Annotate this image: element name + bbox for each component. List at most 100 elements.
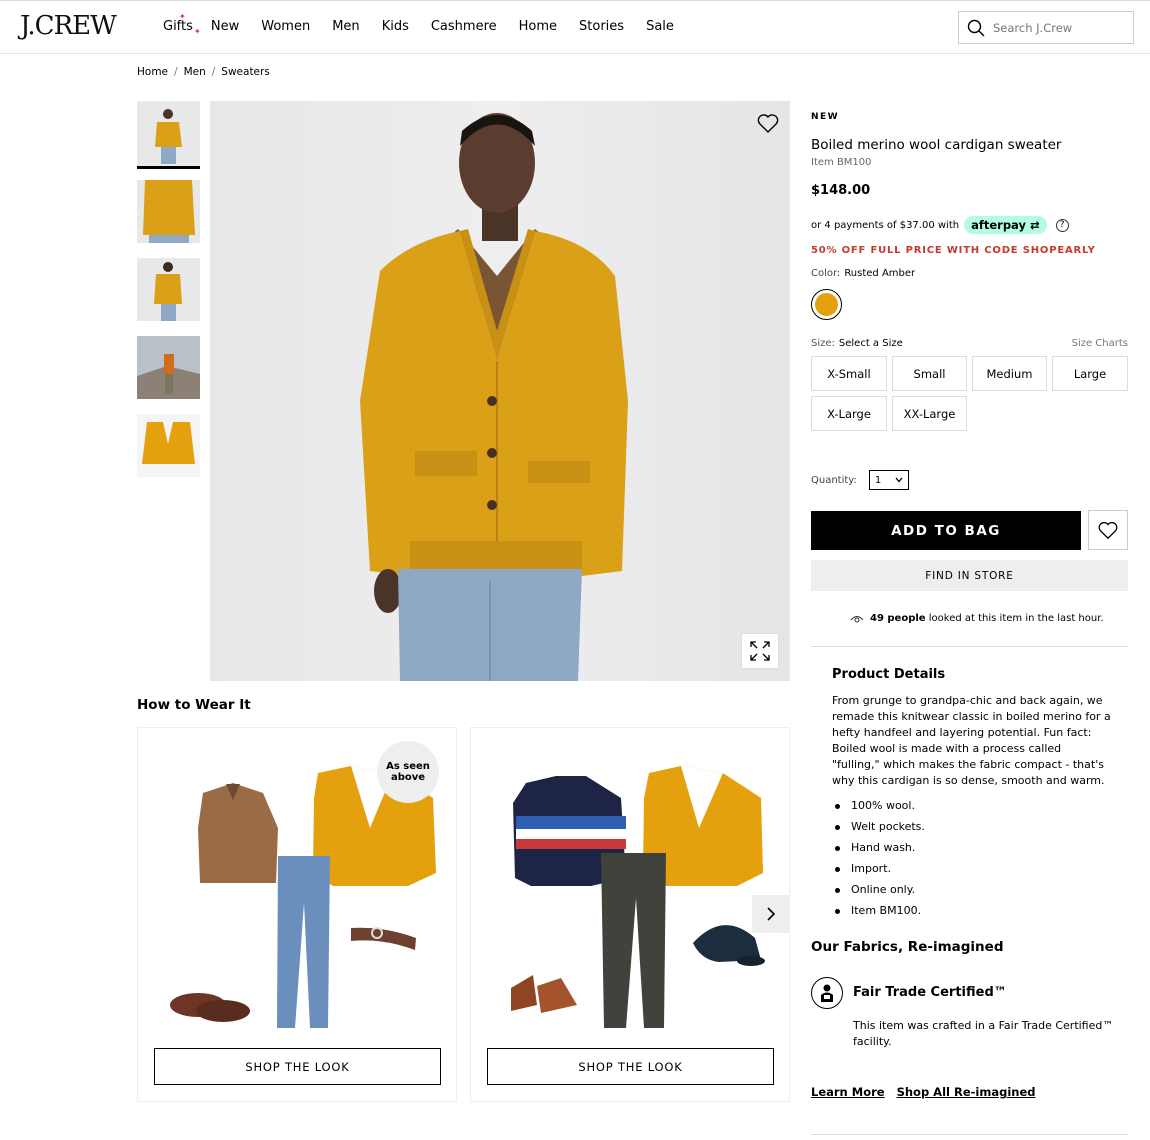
site-header: J.CREW Gifts ✦ ✦ New Women Men Kids Cashme… — [0, 1, 1150, 54]
list-item: Hand wash. — [832, 841, 925, 862]
breadcrumb-separator: / — [174, 66, 178, 78]
color-label: Color: — [811, 268, 841, 279]
size-button[interactable]: Large — [1052, 356, 1128, 391]
color-label-row: Color: Rusted Amber — [811, 268, 915, 279]
nav-stories[interactable]: Stories — [579, 19, 624, 34]
viewers-notice: 49 people looked at this item in the las… — [850, 613, 1104, 624]
size-button[interactable]: Small — [892, 356, 967, 391]
breadcrumb-home[interactable]: Home — [137, 66, 168, 78]
size-button[interactable]: XX-Large — [892, 396, 967, 431]
main-nav: Gifts ✦ ✦ New Women Men Kids Cashmere Home… — [163, 12, 696, 36]
nav-women[interactable]: Women — [261, 19, 310, 34]
nav-sale[interactable]: Sale — [646, 19, 674, 34]
quantity-value: 1 — [874, 474, 882, 486]
promo-text: 50% OFF FULL PRICE WITH CODE SHOPEARLY — [811, 245, 1096, 256]
nav-cashmere[interactable]: Cashmere — [431, 19, 497, 34]
nav-gifts[interactable]: Gifts ✦ ✦ — [163, 12, 201, 36]
thumbnail-1[interactable] — [137, 101, 200, 169]
look-2-outfit-image — [511, 766, 765, 1028]
size-charts-link[interactable]: Size Charts — [1072, 338, 1128, 349]
thumbnail-image — [137, 258, 200, 321]
fair-trade-logo — [821, 984, 833, 1002]
carousel-next-button[interactable] — [752, 895, 790, 933]
chevron-right-icon — [767, 907, 776, 921]
list-item: Welt pockets. — [832, 820, 925, 841]
afterpay-brand: afterpay — [971, 218, 1026, 232]
heart-icon — [1098, 521, 1118, 540]
model-illustration — [360, 113, 628, 681]
product-main-image[interactable] — [210, 101, 790, 681]
size-button[interactable]: X-Small — [811, 356, 887, 391]
thumbnail-image — [137, 414, 200, 477]
wishlist-button[interactable] — [1088, 510, 1128, 550]
afterpay-text: or 4 payments of $37.00 with — [811, 219, 960, 231]
learn-more-link[interactable]: Learn More — [811, 1085, 885, 1099]
quantity-select[interactable]: 1 — [868, 470, 909, 490]
divider — [811, 1134, 1128, 1135]
shop-the-look-button[interactable]: SHOP THE LOOK — [487, 1048, 774, 1085]
thumbnail-4[interactable] — [137, 336, 200, 399]
look-card-1[interactable]: As seen above SHOP THE LOOK — [137, 727, 457, 1102]
size-button[interactable]: Medium — [972, 356, 1047, 391]
quantity-row: Quantity: 1 — [811, 470, 909, 490]
swatch-fill — [815, 293, 838, 316]
product-details-title: Product Details — [832, 667, 946, 682]
thumbnail-image — [137, 102, 200, 165]
eye-icon — [850, 615, 864, 622]
add-to-bag-button[interactable]: ADD TO BAG — [811, 511, 1081, 550]
fair-trade-title: Fair Trade Certified™ — [853, 985, 1007, 1000]
look-card-2[interactable]: SHOP THE LOOK — [470, 727, 790, 1102]
product-description: From grunge to grandpa-chic and back aga… — [832, 694, 1111, 787]
shop-the-look-button[interactable]: SHOP THE LOOK — [154, 1048, 441, 1085]
breadcrumb-men[interactable]: Men — [184, 66, 206, 78]
fair-trade-icon — [811, 977, 843, 1009]
size-label-row: Size: Select a Size Size Charts — [811, 338, 1128, 349]
sparkle-icon: ✦ — [179, 12, 186, 21]
expand-icon — [750, 641, 770, 661]
as-seen-badge: As seen above — [377, 741, 439, 803]
breadcrumb-sweaters[interactable]: Sweaters — [221, 66, 270, 78]
list-item: 100% wool. — [832, 799, 925, 820]
search-input[interactable] — [993, 20, 1123, 35]
product-price: $148.00 — [811, 183, 871, 198]
nav-kids[interactable]: Kids — [382, 19, 409, 34]
product-title: Boiled merino wool cardigan sweater — [811, 137, 1062, 153]
afterpay-logo[interactable]: afterpay ⇄ — [964, 216, 1047, 234]
how-to-wear-title: How to Wear It — [137, 697, 251, 713]
viewers-count: 49 people — [870, 613, 926, 624]
fullscreen-button[interactable] — [741, 633, 779, 669]
viewers-text: looked at this item in the last hour. — [928, 613, 1104, 624]
fair-trade-description: This item was crafted in a Fair Trade Ce… — [853, 1019, 1114, 1048]
list-item: Online only. — [832, 883, 925, 904]
nav-gifts-label: Gifts — [163, 19, 193, 34]
divider — [811, 646, 1128, 647]
color-swatch[interactable] — [811, 289, 842, 320]
find-in-store-button[interactable]: FIND IN STORE — [811, 560, 1128, 591]
thumbnail-2[interactable] — [137, 180, 200, 243]
chevron-down-icon — [895, 477, 903, 483]
size-button[interactable]: X-Large — [811, 396, 887, 431]
nav-men[interactable]: Men — [332, 19, 359, 34]
list-item: Import. — [832, 862, 925, 883]
list-item: Item BM100. — [832, 904, 925, 925]
nav-home[interactable]: Home — [519, 19, 557, 34]
color-value: Rusted Amber — [844, 268, 916, 279]
search-box[interactable] — [958, 11, 1134, 44]
afterpay-row: or 4 payments of $37.00 with afterpay ⇄ … — [811, 216, 1069, 234]
breadcrumb-separator: / — [211, 66, 216, 78]
wishlist-heart-icon[interactable] — [756, 111, 780, 135]
thumbnail-image — [137, 180, 200, 243]
thumbnail-5[interactable] — [137, 414, 200, 477]
item-number: Item BM100 — [811, 157, 872, 168]
breadcrumb: Home / Men / Sweaters — [137, 66, 270, 78]
nav-new[interactable]: New — [211, 19, 239, 34]
thumbnail-3[interactable] — [137, 258, 200, 321]
product-bullets: 100% wool. Welt pockets. Hand wash. Impo… — [832, 799, 925, 925]
brand-logo[interactable]: J.CREW — [20, 11, 117, 41]
fabrics-title: Our Fabrics, Re-imagined — [811, 939, 1004, 955]
size-value: Select a Size — [838, 338, 903, 349]
sparkle-icon: ✦ — [194, 27, 201, 36]
shop-reimagined-link[interactable]: Shop All Re-imagined — [897, 1085, 1036, 1099]
quantity-label: Quantity: — [811, 474, 857, 486]
help-icon[interactable]: ? — [1055, 218, 1069, 232]
